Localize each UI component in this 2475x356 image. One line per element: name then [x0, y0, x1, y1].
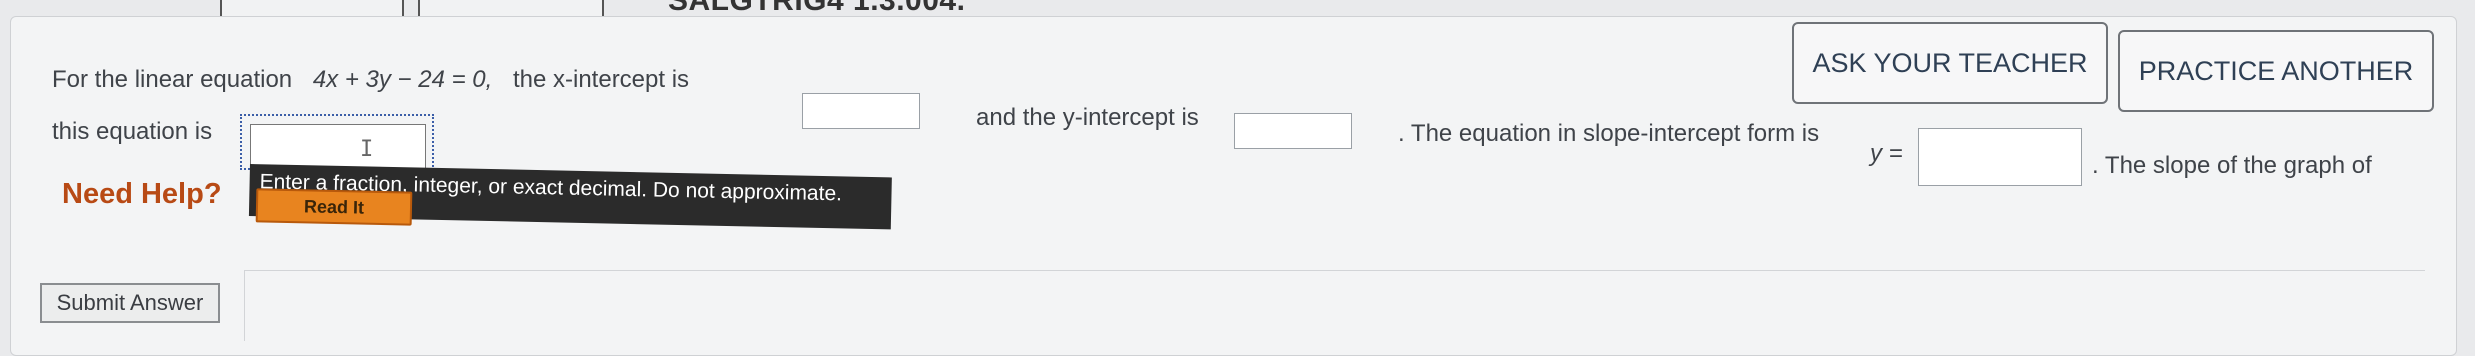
y-intercept-label: and the y-intercept is	[976, 104, 1199, 131]
response-area	[244, 270, 2425, 341]
slope-of-graph-label: . The slope of the graph of	[2092, 152, 2372, 179]
practice-another-button[interactable]: PRACTICE ANOTHER	[2118, 30, 2434, 112]
question-intro: For the linear equation	[52, 66, 293, 93]
x-intercept-input[interactable]	[802, 93, 920, 129]
y-equals-label: y =	[1870, 140, 1903, 167]
y-intercept-input[interactable]	[1234, 113, 1352, 149]
ask-your-teacher-button[interactable]: ASK YOUR TEACHER	[1792, 22, 2108, 104]
slope-input-focus: I	[240, 114, 434, 172]
submit-answer-button[interactable]: Submit Answer	[40, 283, 220, 323]
slope-intercept-label: . The equation in slope-intercept form i…	[1398, 120, 1820, 147]
question-text-1: For the linear equation 4x + 3y − 24 = 0…	[52, 66, 689, 94]
read-it-button[interactable]: Read It	[255, 188, 413, 226]
x-intercept-label: the x-intercept is	[512, 66, 690, 93]
text-cursor-icon: I	[360, 137, 374, 162]
equation: 4x + 3y − 24 = 0,	[312, 66, 493, 93]
slope-intercept-input[interactable]	[1918, 128, 2082, 186]
need-help-label: Need Help?	[62, 178, 222, 210]
slope-label: this equation is	[52, 118, 213, 145]
